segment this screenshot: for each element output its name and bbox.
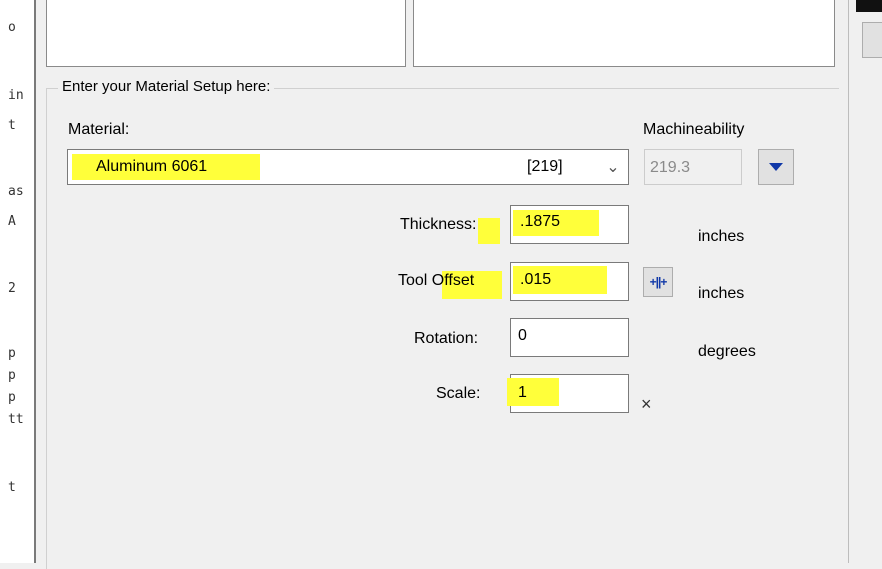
tool-offset-unit: inches bbox=[698, 285, 745, 302]
code-fragment: t bbox=[8, 118, 16, 133]
code-fragment: p bbox=[8, 368, 16, 383]
right-panel-edge bbox=[848, 0, 882, 563]
rotation-label: Rotation: bbox=[414, 330, 479, 347]
right-toolbar-strip bbox=[856, 0, 882, 12]
thickness-label: Thickness: bbox=[400, 216, 477, 233]
thickness-unit: inches bbox=[698, 228, 745, 245]
material-code: [219] bbox=[527, 158, 563, 175]
highlight-mark bbox=[478, 218, 500, 244]
machineability-field: 219.3 bbox=[644, 149, 742, 185]
code-fragment: as bbox=[8, 184, 24, 199]
machineability-dropdown-button[interactable] bbox=[758, 149, 794, 185]
code-fragment: tt bbox=[8, 412, 24, 427]
code-fragment: in bbox=[8, 88, 24, 103]
triangle-down-icon bbox=[769, 163, 783, 171]
scale-value: 1 bbox=[518, 384, 527, 401]
tool-offset-value: .015 bbox=[520, 271, 552, 288]
code-strip: o in t as A 2 p p p tt t bbox=[0, 0, 34, 563]
material-value: Aluminum 6061 bbox=[96, 158, 208, 175]
code-fragment: p bbox=[8, 346, 16, 361]
right-edge-button[interactable] bbox=[862, 22, 882, 58]
rotation-input[interactable] bbox=[510, 318, 629, 357]
machineability-label: Machineability bbox=[643, 121, 745, 138]
top-list-pane-right[interactable] bbox=[413, 0, 835, 67]
code-fragment: p bbox=[8, 390, 16, 405]
code-fragment: A bbox=[8, 214, 16, 229]
group-title: Enter your Material Setup here: bbox=[58, 78, 275, 95]
code-fragment: t bbox=[8, 480, 16, 495]
code-fragment: 2 bbox=[8, 281, 16, 296]
scale-label: Scale: bbox=[436, 385, 481, 402]
chevron-down-icon[interactable]: ⌄ bbox=[600, 152, 626, 182]
rotation-unit: degrees bbox=[698, 343, 756, 360]
offset-direction-icon[interactable]: +||+ bbox=[643, 267, 673, 297]
multiply-icon: × bbox=[641, 394, 652, 414]
left-divider bbox=[34, 0, 36, 563]
top-list-pane-left[interactable] bbox=[46, 0, 406, 67]
material-label: Material: bbox=[68, 121, 130, 138]
rotation-value: 0 bbox=[518, 327, 527, 344]
tool-offset-label: Tool Offset bbox=[398, 272, 475, 289]
highlight-mark bbox=[507, 378, 559, 406]
thickness-value: .1875 bbox=[520, 213, 561, 230]
code-fragment: o bbox=[8, 20, 16, 35]
